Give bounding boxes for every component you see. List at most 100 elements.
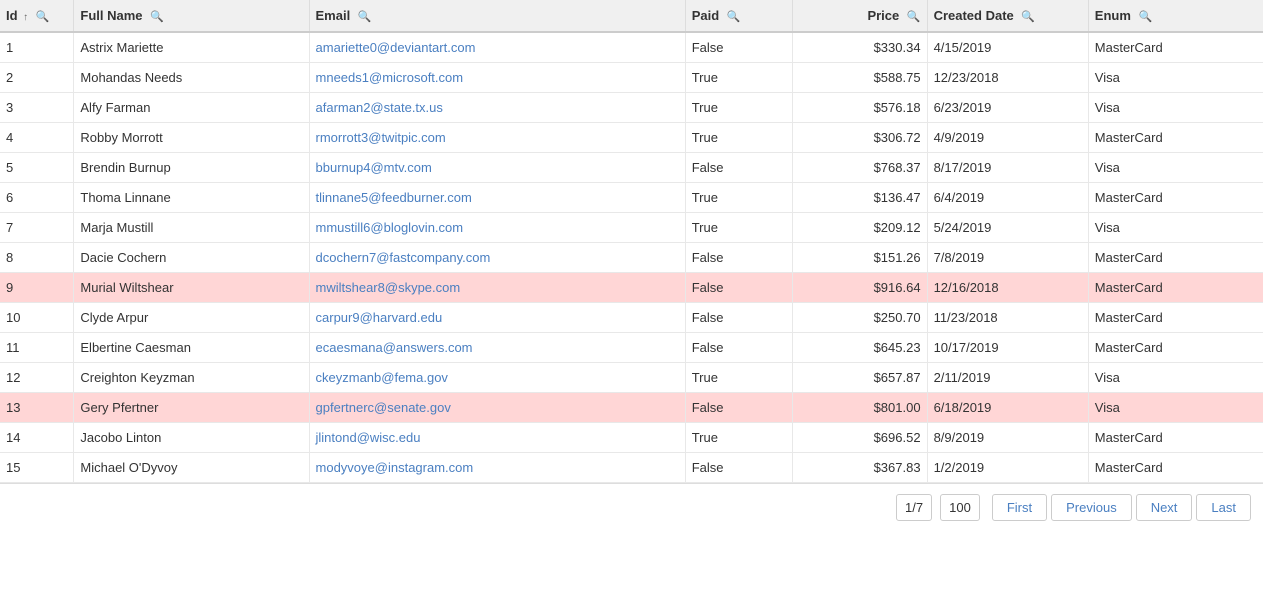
cell-paid: True bbox=[685, 93, 792, 123]
table-row[interactable]: 14Jacobo Lintonjlintond@wisc.eduTrue$696… bbox=[0, 423, 1263, 453]
table-row[interactable]: 1Astrix Marietteamariette0@deviantart.co… bbox=[0, 32, 1263, 63]
email-link[interactable]: ckeyzmanb@fema.gov bbox=[316, 370, 448, 385]
cell-enum: Visa bbox=[1088, 363, 1263, 393]
cell-createdDate: 11/23/2018 bbox=[927, 303, 1088, 333]
col-header-fullName[interactable]: Full Name 🔍 bbox=[74, 0, 309, 32]
cell-createdDate: 1/2/2019 bbox=[927, 453, 1088, 483]
search-icon[interactable]: 🔍 bbox=[727, 10, 741, 23]
table-row[interactable]: 7Marja Mustillmmustill6@bloglovin.comTru… bbox=[0, 213, 1263, 243]
table-row[interactable]: 13Gery Pfertnergpfertnerc@senate.govFals… bbox=[0, 393, 1263, 423]
cell-paid: True bbox=[685, 183, 792, 213]
search-icon[interactable]: 🔍 bbox=[358, 10, 372, 23]
cell-createdDate: 8/9/2019 bbox=[927, 423, 1088, 453]
cell-createdDate: 10/17/2019 bbox=[927, 333, 1088, 363]
cell-enum: Visa bbox=[1088, 153, 1263, 183]
cell-createdDate: 4/15/2019 bbox=[927, 32, 1088, 63]
next-button[interactable]: Next bbox=[1136, 494, 1193, 521]
cell-paid: False bbox=[685, 153, 792, 183]
table-row[interactable]: 2Mohandas Needsmneeds1@microsoft.comTrue… bbox=[0, 63, 1263, 93]
cell-email: modyvoye@instagram.com bbox=[309, 453, 685, 483]
cell-paid: True bbox=[685, 213, 792, 243]
col-header-createdDate[interactable]: Created Date 🔍 bbox=[927, 0, 1088, 32]
table-row[interactable]: 3Alfy Farmanafarman2@state.tx.usTrue$576… bbox=[0, 93, 1263, 123]
cell-paid: False bbox=[685, 393, 792, 423]
cell-id: 1 bbox=[0, 32, 74, 63]
email-link[interactable]: amariette0@deviantart.com bbox=[316, 40, 476, 55]
cell-paid: True bbox=[685, 123, 792, 153]
cell-price: $367.83 bbox=[793, 453, 927, 483]
email-link[interactable]: gpfertnerc@senate.gov bbox=[316, 400, 451, 415]
cell-createdDate: 6/4/2019 bbox=[927, 183, 1088, 213]
email-link[interactable]: ecaesmana@answers.com bbox=[316, 340, 473, 355]
table-row[interactable]: 12Creighton Keyzmanckeyzmanb@fema.govTru… bbox=[0, 363, 1263, 393]
email-link[interactable]: mmustill6@bloglovin.com bbox=[316, 220, 464, 235]
cell-enum: MasterCard bbox=[1088, 453, 1263, 483]
cell-price: $645.23 bbox=[793, 333, 927, 363]
cell-paid: False bbox=[685, 273, 792, 303]
page-info: 1/7 bbox=[896, 494, 932, 521]
email-link[interactable]: afarman2@state.tx.us bbox=[316, 100, 443, 115]
table-row[interactable]: 15Michael O'Dyvoymodyvoye@instagram.comF… bbox=[0, 453, 1263, 483]
cell-id: 15 bbox=[0, 453, 74, 483]
search-icon[interactable]: 🔍 bbox=[907, 10, 921, 23]
cell-createdDate: 12/23/2018 bbox=[927, 63, 1088, 93]
first-button[interactable]: First bbox=[992, 494, 1047, 521]
email-link[interactable]: modyvoye@instagram.com bbox=[316, 460, 474, 475]
sort-icon: ↑ bbox=[23, 12, 28, 23]
cell-paid: False bbox=[685, 453, 792, 483]
cell-email: carpur9@harvard.edu bbox=[309, 303, 685, 333]
cell-id: 8 bbox=[0, 243, 74, 273]
email-link[interactable]: mwiltshear8@skype.com bbox=[316, 280, 461, 295]
cell-createdDate: 5/24/2019 bbox=[927, 213, 1088, 243]
email-link[interactable]: bburnup4@mtv.com bbox=[316, 160, 432, 175]
cell-createdDate: 2/11/2019 bbox=[927, 363, 1088, 393]
col-header-email[interactable]: Email 🔍 bbox=[309, 0, 685, 32]
email-link[interactable]: tlinnane5@feedburner.com bbox=[316, 190, 472, 205]
cell-paid: True bbox=[685, 63, 792, 93]
email-link[interactable]: jlintond@wisc.edu bbox=[316, 430, 421, 445]
cell-fullName: Clyde Arpur bbox=[74, 303, 309, 333]
previous-button[interactable]: Previous bbox=[1051, 494, 1132, 521]
cell-enum: MasterCard bbox=[1088, 333, 1263, 363]
table-row[interactable]: 6Thoma Linnanetlinnane5@feedburner.comTr… bbox=[0, 183, 1263, 213]
cell-paid: False bbox=[685, 32, 792, 63]
email-link[interactable]: carpur9@harvard.edu bbox=[316, 310, 443, 325]
cell-fullName: Murial Wiltshear bbox=[74, 273, 309, 303]
col-header-paid[interactable]: Paid 🔍 bbox=[685, 0, 792, 32]
search-icon[interactable]: 🔍 bbox=[1139, 10, 1153, 23]
col-header-enum[interactable]: Enum 🔍 bbox=[1088, 0, 1263, 32]
table-row[interactable]: 4Robby Morrottrmorrott3@twitpic.comTrue$… bbox=[0, 123, 1263, 153]
cell-enum: MasterCard bbox=[1088, 183, 1263, 213]
cell-email: ecaesmana@answers.com bbox=[309, 333, 685, 363]
cell-createdDate: 7/8/2019 bbox=[927, 243, 1088, 273]
table-row[interactable]: 5Brendin Burnupbburnup4@mtv.comFalse$768… bbox=[0, 153, 1263, 183]
cell-price: $209.12 bbox=[793, 213, 927, 243]
last-button[interactable]: Last bbox=[1196, 494, 1251, 521]
search-icon[interactable]: 🔍 bbox=[150, 10, 164, 23]
search-icon[interactable]: 🔍 bbox=[1021, 10, 1035, 23]
search-icon[interactable]: 🔍 bbox=[36, 10, 50, 23]
cell-price: $576.18 bbox=[793, 93, 927, 123]
email-link[interactable]: dcochern7@fastcompany.com bbox=[316, 250, 491, 265]
table-row[interactable]: 11Elbertine Caesmanecaesmana@answers.com… bbox=[0, 333, 1263, 363]
table-row[interactable]: 8Dacie Cocherndcochern7@fastcompany.comF… bbox=[0, 243, 1263, 273]
cell-enum: MasterCard bbox=[1088, 273, 1263, 303]
cell-id: 6 bbox=[0, 183, 74, 213]
table-row[interactable]: 9Murial Wiltshearmwiltshear8@skype.comFa… bbox=[0, 273, 1263, 303]
cell-email: mneeds1@microsoft.com bbox=[309, 63, 685, 93]
cell-fullName: Gery Pfertner bbox=[74, 393, 309, 423]
cell-email: mwiltshear8@skype.com bbox=[309, 273, 685, 303]
cell-price: $330.34 bbox=[793, 32, 927, 63]
cell-email: gpfertnerc@senate.gov bbox=[309, 393, 685, 423]
cell-id: 10 bbox=[0, 303, 74, 333]
col-header-price[interactable]: Price 🔍 bbox=[793, 0, 927, 32]
col-header-id[interactable]: Id ↑ 🔍 bbox=[0, 0, 74, 32]
table-row[interactable]: 10Clyde Arpurcarpur9@harvard.eduFalse$25… bbox=[0, 303, 1263, 333]
cell-enum: MasterCard bbox=[1088, 303, 1263, 333]
cell-enum: MasterCard bbox=[1088, 243, 1263, 273]
email-link[interactable]: rmorrott3@twitpic.com bbox=[316, 130, 446, 145]
cell-id: 12 bbox=[0, 363, 74, 393]
cell-createdDate: 6/18/2019 bbox=[927, 393, 1088, 423]
cell-id: 11 bbox=[0, 333, 74, 363]
email-link[interactable]: mneeds1@microsoft.com bbox=[316, 70, 464, 85]
